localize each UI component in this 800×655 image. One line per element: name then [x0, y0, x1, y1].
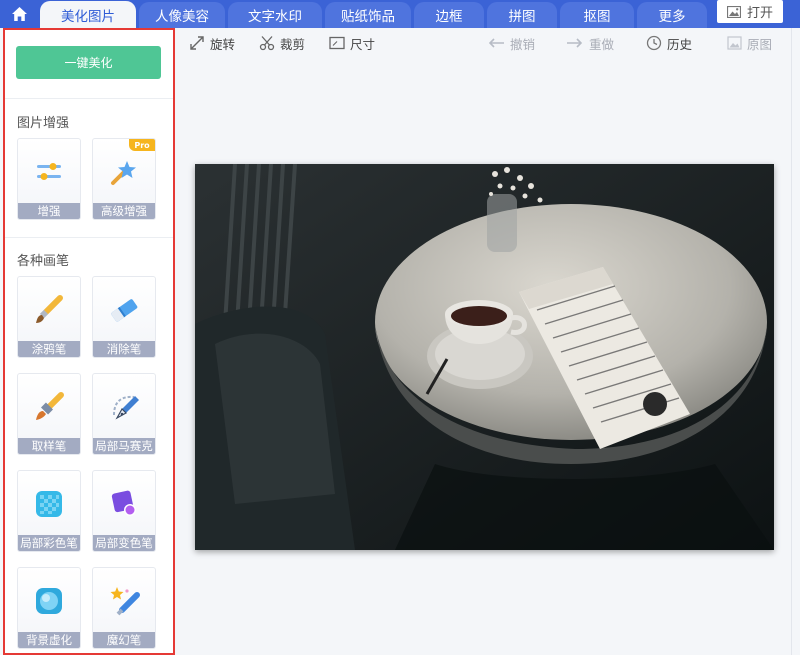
- tool-label: 高级增强: [93, 203, 155, 219]
- tool-sample-pen[interactable]: 取样笔: [17, 373, 81, 455]
- redo-label: 重做: [589, 36, 615, 52]
- undo-arrow-icon: [488, 38, 504, 48]
- pro-badge: Pro: [129, 139, 155, 151]
- image-icon: [726, 5, 741, 18]
- tool-label: 取样笔: [18, 438, 80, 454]
- tool-label: 背景虚化: [18, 632, 80, 648]
- tab-more[interactable]: 更多: [637, 2, 707, 28]
- home-button[interactable]: [0, 0, 38, 28]
- sliders-icon: [37, 163, 61, 180]
- right-panel-edge: [791, 28, 792, 655]
- tool-label: 局部变色笔: [93, 535, 155, 551]
- scissors-icon: [259, 36, 275, 51]
- tab-portrait[interactable]: 人像美容: [139, 2, 225, 28]
- photo-canvas[interactable]: [195, 164, 774, 550]
- tab-text-watermark[interactable]: 文字水印: [228, 2, 322, 28]
- top-nav: 美化图片 人像美容 文字水印 贴纸饰品 边框 拼图 抠图 更多 打开: [0, 0, 800, 28]
- tool-eraser-pen[interactable]: 消除笔: [92, 276, 156, 358]
- tool-label: 涂鸦笔: [18, 341, 80, 357]
- magic-pen-icon: [110, 587, 140, 616]
- tool-label: 魔幻笔: [93, 632, 155, 648]
- tool-label: 增强: [18, 203, 80, 219]
- resize-icon: [329, 36, 345, 50]
- picture-icon: [727, 36, 742, 50]
- original-button[interactable]: 原图: [727, 33, 772, 53]
- sample-brush-icon: [36, 392, 64, 420]
- open-label: 打开: [746, 6, 773, 21]
- divider: [5, 98, 173, 99]
- tool-magic-pen[interactable]: 魔幻笔: [92, 567, 156, 649]
- rotate-label: 旋转: [210, 36, 236, 52]
- blur-icon: [36, 588, 62, 614]
- undo-label: 撤销: [510, 36, 536, 52]
- redo-arrow-icon: [567, 38, 583, 48]
- tab-collage[interactable]: 拼图: [487, 2, 557, 28]
- history-button[interactable]: 历史: [646, 33, 692, 53]
- sidebar: 一键美化 图片增强 增强 Pro 高级增强 各种画笔 涂鸦笔 消除笔 取样笔 局…: [3, 28, 175, 655]
- open-button[interactable]: 打开: [717, 0, 783, 23]
- tool-advanced-enhance[interactable]: Pro 高级增强: [92, 138, 156, 220]
- photo-image: [195, 164, 774, 550]
- tab-frame[interactable]: 边框: [414, 2, 484, 28]
- magic-wand-icon: [111, 161, 136, 185]
- tool-background-blur[interactable]: 背景虚化: [17, 567, 81, 649]
- undo-button[interactable]: 撤销: [487, 33, 535, 53]
- redo-button[interactable]: 重做: [566, 33, 614, 53]
- one-key-beautify-button[interactable]: 一键美化: [16, 46, 161, 79]
- clock-icon: [646, 35, 662, 51]
- rotate-icon: [190, 36, 204, 50]
- tool-label: 局部彩色笔: [18, 535, 80, 551]
- recolor-icon: [111, 490, 136, 516]
- crop-label: 裁剪: [280, 36, 306, 52]
- history-label: 历史: [667, 36, 693, 52]
- tab-stickers[interactable]: 贴纸饰品: [325, 2, 411, 28]
- tool-enhance[interactable]: 增强: [17, 138, 81, 220]
- eraser-icon: [111, 299, 138, 322]
- tool-local-color-pen[interactable]: 局部彩色笔: [17, 470, 81, 552]
- tool-label: 消除笔: [93, 341, 155, 357]
- tool-local-recolor-pen[interactable]: 局部变色笔: [92, 470, 156, 552]
- original-label: 原图: [747, 36, 773, 52]
- tab-cutout[interactable]: 抠图: [560, 2, 634, 28]
- crop-button[interactable]: 裁剪: [259, 33, 305, 53]
- home-icon: [11, 7, 27, 21]
- paintbrush-icon: [36, 295, 63, 323]
- tool-doodle-pen[interactable]: 涂鸦笔: [17, 276, 81, 358]
- tool-local-mosaic[interactable]: 局部马赛克: [92, 373, 156, 455]
- section-title-enhance: 图片增强: [17, 116, 70, 131]
- divider: [5, 237, 173, 238]
- mosaic-pen-icon: [113, 395, 139, 420]
- tab-beautify[interactable]: 美化图片: [40, 1, 136, 28]
- tool-label: 局部马赛克: [93, 438, 155, 454]
- size-label: 尺寸: [350, 36, 376, 52]
- section-title-brushes: 各种画笔: [17, 254, 70, 269]
- rotate-button[interactable]: 旋转: [189, 33, 235, 53]
- size-button[interactable]: 尺寸: [329, 33, 375, 53]
- color-grid-icon: [36, 491, 62, 517]
